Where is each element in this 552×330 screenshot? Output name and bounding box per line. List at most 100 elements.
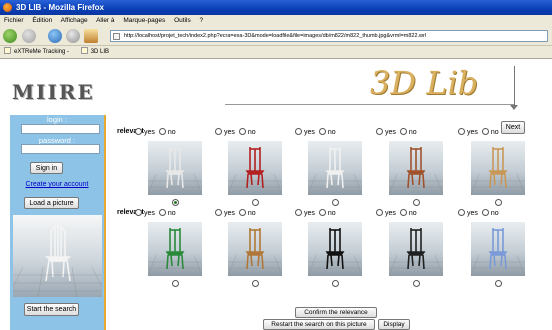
relevance-choice: yes no <box>376 128 421 138</box>
result-thumbnail[interactable] <box>389 222 443 276</box>
menu-affichage[interactable]: Affichage <box>61 17 88 24</box>
select-radio[interactable] <box>252 280 259 287</box>
no-radio[interactable] <box>481 128 489 135</box>
brand-pointer-line <box>514 66 515 106</box>
bookmark-3dlib[interactable]: 3D LIB <box>80 46 110 59</box>
relevance-choice: yes no <box>458 128 503 138</box>
relevance-choice: yes no <box>135 128 180 138</box>
query-image <box>13 215 102 297</box>
home-icon[interactable] <box>84 29 98 43</box>
yes-label: yes <box>224 210 235 217</box>
menu-edition[interactable]: Édition <box>32 17 52 24</box>
no-label: no <box>490 129 499 136</box>
menu-help[interactable]: ? <box>200 17 204 24</box>
reload-icon[interactable] <box>48 29 62 43</box>
yes-radio[interactable] <box>458 128 465 135</box>
select-radio[interactable] <box>332 280 339 287</box>
result-thumbnail[interactable] <box>148 141 202 195</box>
bookmark-extreme[interactable]: eXTReMe Tracking - <box>4 46 69 59</box>
select-radio[interactable] <box>413 199 420 206</box>
select-radio[interactable] <box>495 199 502 206</box>
no-label: no <box>408 210 417 217</box>
yes-radio[interactable] <box>215 128 222 135</box>
result-thumbnail[interactable] <box>148 222 202 276</box>
yes-radio[interactable] <box>295 209 302 216</box>
yes-label: yes <box>467 210 478 217</box>
yes-radio[interactable] <box>135 128 142 135</box>
create-account-link[interactable]: Create your account <box>10 181 104 188</box>
back-icon[interactable] <box>3 29 17 43</box>
yes-label: yes <box>385 129 396 136</box>
display-button[interactable]: Display <box>378 319 410 330</box>
select-radio[interactable] <box>332 199 339 206</box>
no-label: no <box>327 129 336 136</box>
result-thumbnail[interactable] <box>308 222 362 276</box>
no-radio[interactable] <box>481 209 489 216</box>
window-titlebar: 3D LIB - Mozilla Firefox <box>0 0 552 15</box>
restart-search-button[interactable]: Restart the search on this picture <box>263 319 375 330</box>
no-radio[interactable] <box>158 128 166 135</box>
menu-fichier[interactable]: Fichier <box>4 17 24 24</box>
yes-radio[interactable] <box>135 209 142 216</box>
yes-radio[interactable] <box>458 209 465 216</box>
menu-aller[interactable]: Aller à <box>96 17 114 24</box>
bookmark-icon <box>80 47 88 54</box>
stop-icon[interactable] <box>66 29 80 43</box>
page-content: MIIRE 3D Lib Next login : password : Sig… <box>0 60 552 330</box>
yes-label: yes <box>467 129 478 136</box>
relevance-choice: yes no <box>215 128 260 138</box>
no-label: no <box>490 210 499 217</box>
start-search-button[interactable]: Start the search <box>24 303 79 316</box>
select-radio[interactable] <box>413 280 420 287</box>
no-label: no <box>167 210 176 217</box>
url-text: http://localhost/projet_tech/index2.php?… <box>124 33 427 39</box>
no-radio[interactable] <box>318 209 326 216</box>
url-input[interactable]: http://localhost/projet_tech/index2.php?… <box>110 30 548 42</box>
no-radio[interactable] <box>399 209 407 216</box>
next-button[interactable]: Next <box>501 121 525 134</box>
yes-label: yes <box>144 210 155 217</box>
menu-marque-pages[interactable]: Marque-pages <box>123 17 165 24</box>
relevance-choice: yes no <box>458 209 503 219</box>
confirm-relevance-button[interactable]: Confirm the relevance <box>295 307 377 318</box>
login-input[interactable] <box>21 124 100 134</box>
yes-label: yes <box>304 210 315 217</box>
bookmark-label: 3D LIB <box>90 49 110 55</box>
result-thumbnail[interactable] <box>228 141 282 195</box>
relevance-choice: yes no <box>215 209 260 219</box>
sign-in-button[interactable]: Sign in <box>30 162 63 174</box>
bookmark-label: eXTReMe Tracking - <box>14 49 70 55</box>
password-input[interactable] <box>21 144 100 154</box>
yes-radio[interactable] <box>376 128 383 135</box>
menu-outils[interactable]: Outils <box>174 17 191 24</box>
no-label: no <box>408 129 417 136</box>
load-picture-button[interactable]: Load a picture <box>24 197 79 209</box>
relevance-choice: yes no <box>135 209 180 219</box>
select-radio[interactable] <box>252 199 259 206</box>
brand-underline <box>225 104 515 105</box>
brand-title: 3D Lib <box>370 64 479 102</box>
yes-radio[interactable] <box>215 209 222 216</box>
yes-label: yes <box>224 129 235 136</box>
yes-radio[interactable] <box>295 128 302 135</box>
no-radio[interactable] <box>238 128 246 135</box>
select-radio[interactable] <box>172 199 179 206</box>
result-thumbnail[interactable] <box>389 141 443 195</box>
page-icon <box>113 33 120 40</box>
no-radio[interactable] <box>238 209 246 216</box>
result-thumbnail[interactable] <box>471 141 525 195</box>
firefox-icon <box>3 3 12 12</box>
result-thumbnail[interactable] <box>308 141 362 195</box>
no-radio[interactable] <box>399 128 407 135</box>
miire-logo: MIIRE <box>12 80 95 104</box>
sidebar-divider <box>104 115 106 330</box>
select-radio[interactable] <box>172 280 179 287</box>
forward-icon[interactable] <box>22 29 36 43</box>
result-thumbnail[interactable] <box>228 222 282 276</box>
select-radio[interactable] <box>495 280 502 287</box>
yes-radio[interactable] <box>376 209 383 216</box>
bookmarks-bar: eXTReMe Tracking - 3D LIB <box>0 46 552 59</box>
no-radio[interactable] <box>318 128 326 135</box>
result-thumbnail[interactable] <box>471 222 525 276</box>
no-radio[interactable] <box>158 209 166 216</box>
